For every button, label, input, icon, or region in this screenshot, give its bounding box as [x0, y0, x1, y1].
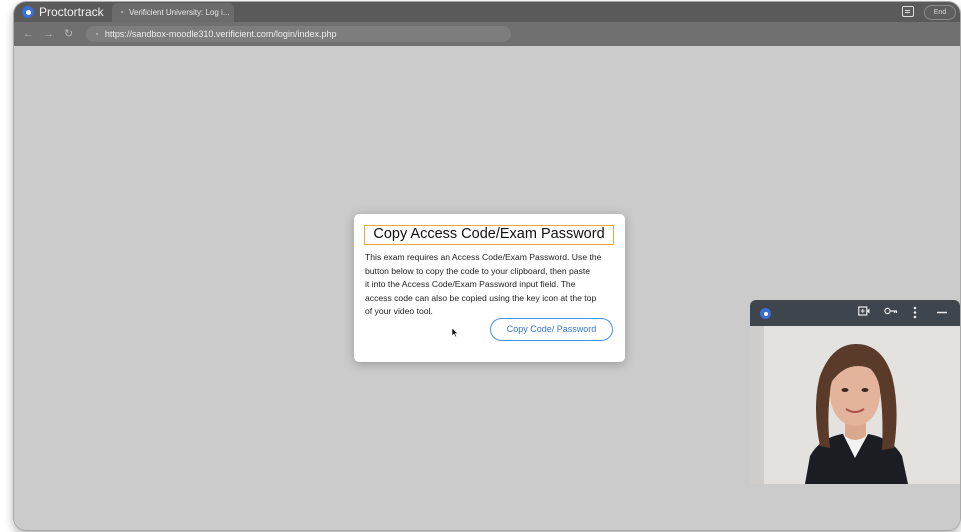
webcam-feed	[750, 326, 960, 484]
access-code-dialog: Copy Access Code/Exam Password This exam…	[354, 214, 625, 362]
screen-share-icon[interactable]	[858, 306, 870, 321]
more-vertical-icon[interactable]	[913, 306, 917, 323]
dialog-message-line: This exam requires an Access Code/Exam P…	[365, 252, 602, 262]
dialog-message: This exam requires an Access Code/Exam P…	[365, 251, 617, 319]
title-bar: Proctortrack ◔ Verificient University: Lo…	[14, 2, 960, 22]
proctortrack-logo-icon	[760, 308, 771, 319]
video-toolbar	[750, 300, 960, 326]
proctortrack-logo-icon	[22, 6, 34, 18]
dialog-message-line: it into the Access Code/Exam Password in…	[365, 279, 576, 290]
site-info-icon: ◔	[119, 8, 124, 17]
end-button[interactable]: End	[924, 5, 956, 20]
dialog-message-line: button below to copy the code to your cl…	[365, 265, 591, 276]
url-text: https://sandbox-moodle310.verificient.co…	[104, 29, 337, 39]
browser-tab[interactable]: ◔ Verificient University: Log i...	[112, 3, 234, 22]
dialog-title: Copy Access Code/Exam Password	[364, 225, 614, 245]
dialog-message-line: of your video tool.	[365, 306, 433, 317]
copy-code-button[interactable]: Copy Code/ Password	[490, 318, 613, 341]
proctor-video-widget	[750, 300, 960, 484]
key-icon[interactable]	[884, 306, 898, 320]
mouse-cursor-icon	[452, 328, 459, 337]
dialog-message-line: access code can also be copied using the…	[365, 292, 597, 303]
back-arrow-icon[interactable]: ←	[23, 27, 34, 41]
feedback-icon[interactable]	[902, 6, 914, 17]
minimize-icon[interactable]	[936, 306, 948, 322]
reload-icon[interactable]: ↻	[64, 27, 73, 41]
tab-label: Verificient University: Log i...	[129, 8, 230, 17]
site-info-icon: ◔	[94, 30, 99, 39]
url-field[interactable]: ◔ https://sandbox-moodle310.verificient.c…	[86, 26, 511, 42]
address-bar: ← → ↻ ◔ https://sandbox-moodle310.verific…	[14, 22, 960, 46]
app-title: Proctortrack	[39, 5, 104, 19]
browser-window: Proctortrack ◔ Verificient University: Lo…	[14, 2, 960, 530]
forward-arrow-icon[interactable]: →	[43, 27, 54, 41]
